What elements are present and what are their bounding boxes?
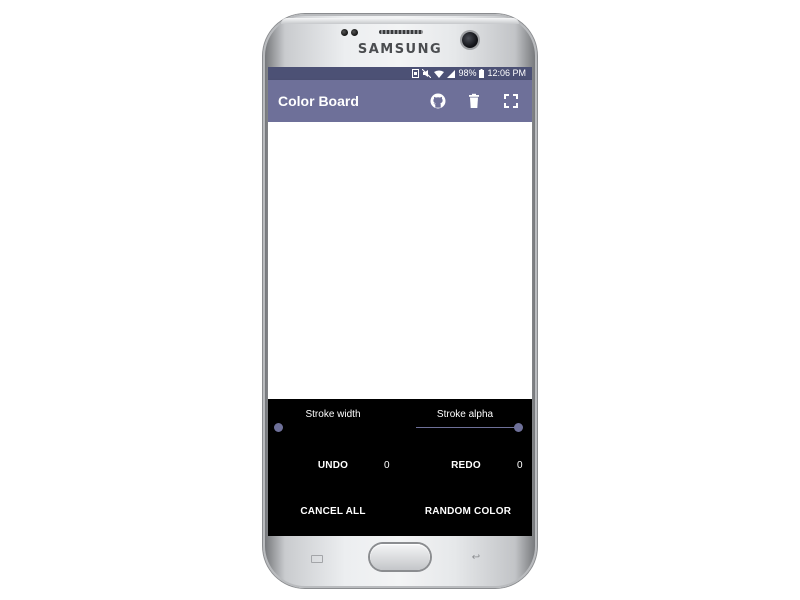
fullscreen-icon[interactable] [502, 92, 520, 110]
stroke-alpha-label: Stroke alpha [436, 409, 494, 420]
phone-screen: 98% 12:06 PM Color Board Stroke width St… [268, 67, 532, 536]
stroke-width-label: Stroke width [305, 409, 361, 420]
battery-percent: 98% [458, 68, 477, 78]
status-bar: 98% 12:06 PM [268, 67, 532, 80]
app-title: Color Board [278, 93, 359, 109]
status-icons: 98% 12:06 PM [412, 67, 526, 80]
battery-icon [479, 69, 485, 78]
undo-button[interactable]: UNDO [303, 452, 363, 480]
undo-count: 0 [384, 460, 390, 471]
control-panel: Stroke width Stroke alpha UNDO 0 REDO 0 … [268, 399, 532, 536]
random-color-button[interactable]: RANDOM COLOR [418, 498, 518, 526]
clock: 12:06 PM [487, 68, 526, 78]
sync-icon [412, 69, 420, 78]
recents-key[interactable] [311, 555, 323, 563]
cancel-all-button[interactable]: CANCEL ALL [292, 498, 374, 526]
stage: SAMSUNG ↩ 98% 12:06 PM Color Board Strok… [0, 0, 800, 600]
signal-icon [447, 69, 456, 78]
github-icon[interactable] [429, 92, 447, 110]
delete-icon[interactable] [465, 92, 483, 110]
home-button[interactable] [370, 544, 430, 570]
light-sensor [351, 29, 358, 36]
redo-count: 0 [517, 460, 523, 471]
stroke-alpha-slider[interactable] [410, 422, 524, 434]
earpiece-speaker [379, 30, 423, 34]
proximity-sensor [341, 29, 348, 36]
device-brand: SAMSUNG [357, 42, 443, 57]
drawing-canvas[interactable] [268, 122, 532, 399]
phone-rim [281, 18, 519, 24]
mute-icon [422, 69, 432, 78]
stroke-alpha-track [416, 427, 518, 428]
stroke-alpha-thumb[interactable] [513, 423, 523, 432]
back-key-icon[interactable]: ↩ [468, 553, 484, 563]
stroke-width-thumb[interactable] [273, 423, 283, 432]
wifi-icon [434, 70, 445, 78]
stroke-width-slider[interactable] [272, 422, 386, 434]
app-toolbar: Color Board [268, 80, 532, 122]
redo-button[interactable]: REDO [436, 452, 496, 480]
